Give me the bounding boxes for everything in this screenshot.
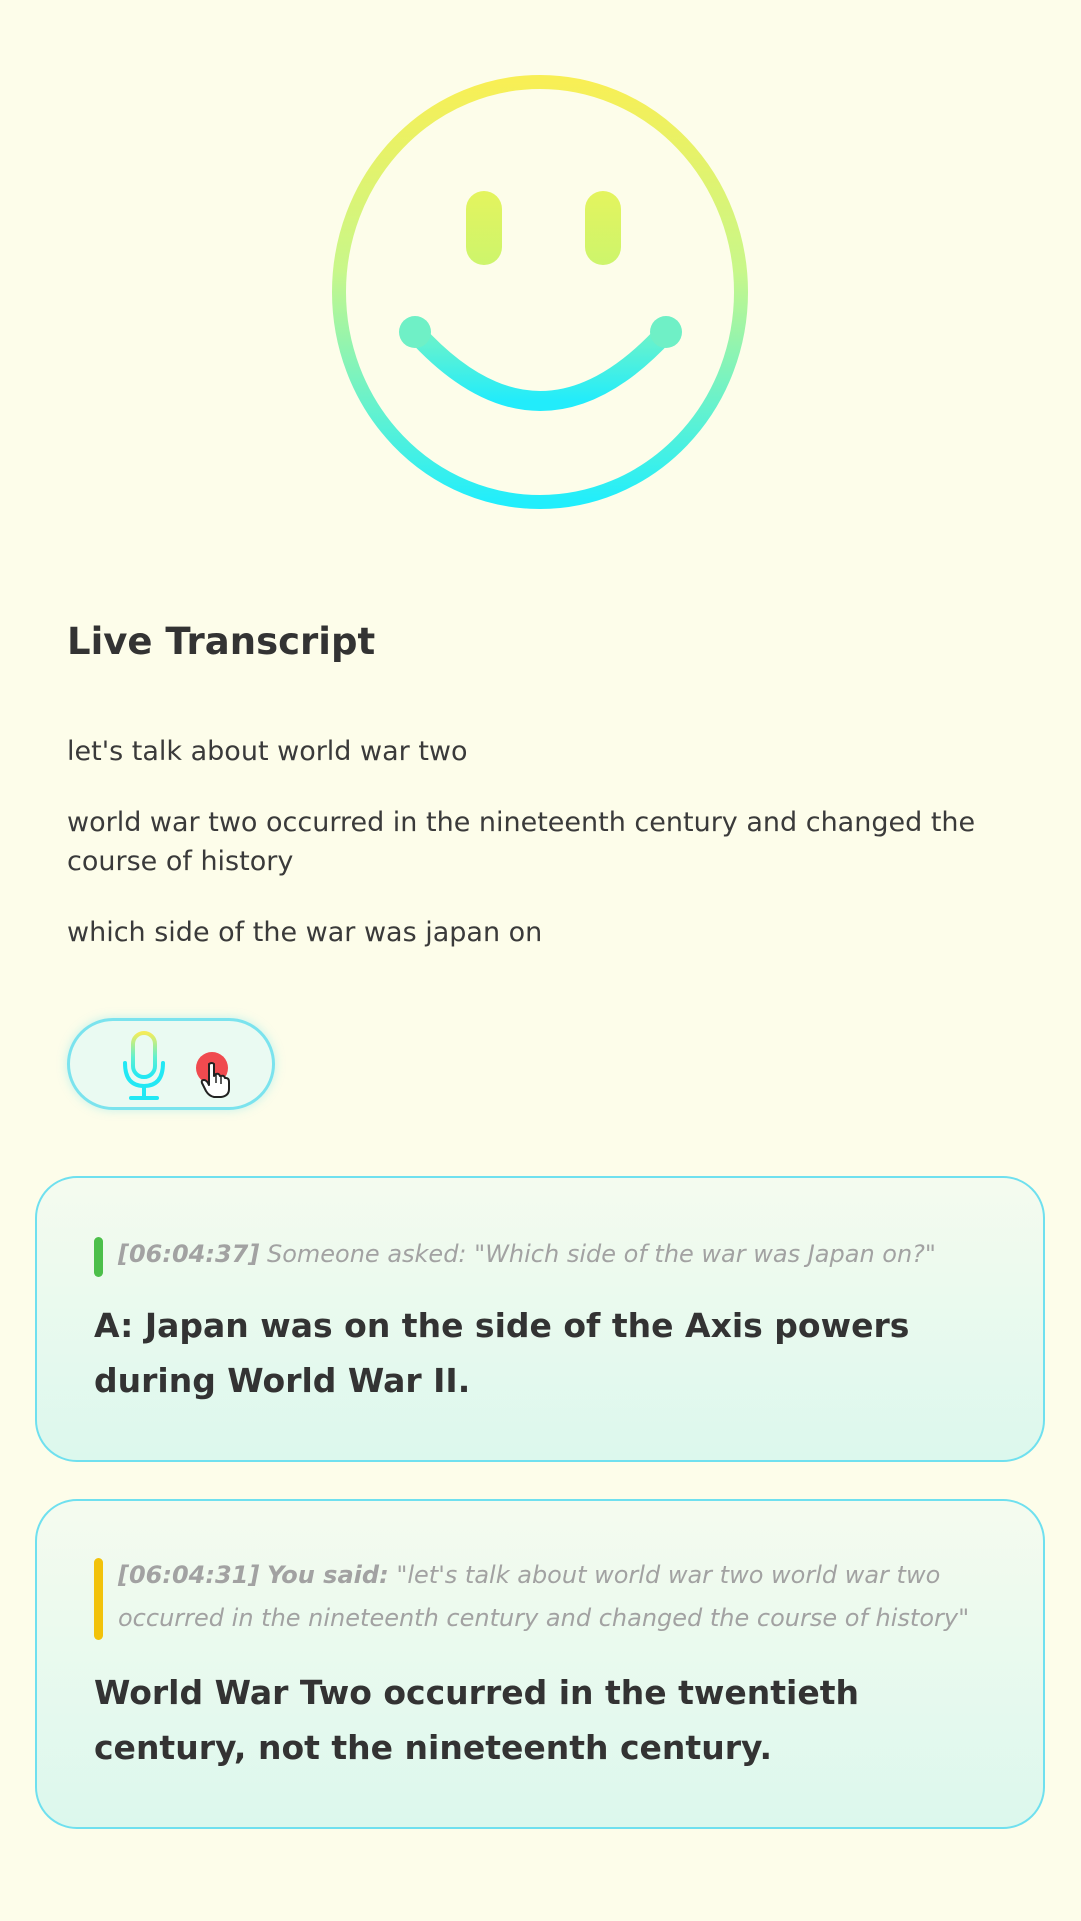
transcript-line: let's talk about world war two xyxy=(67,736,468,767)
transcript-title: Live Transcript xyxy=(67,620,376,663)
status-bar xyxy=(94,1558,103,1640)
card-speaker: Someone asked: xyxy=(266,1240,467,1268)
transcript-lines: let's talk about world war two world war… xyxy=(67,732,1027,984)
card-speaker: You said: xyxy=(266,1561,389,1589)
transcript-line: world war two occurred in the nineteenth… xyxy=(67,807,976,877)
smile-mouth xyxy=(405,322,676,411)
card-quote: "Which side of the war was Japan on?" xyxy=(474,1240,936,1268)
card-timestamp: [06:04:37] xyxy=(118,1240,260,1268)
card-timestamp: [06:04:31] xyxy=(118,1561,260,1589)
hand-pointer-icon xyxy=(200,1062,230,1098)
card-answer: A: Japan was on the side of the Axis pow… xyxy=(94,1306,910,1400)
card-meta: [06:04:37] Someone asked: "Which side of… xyxy=(94,1233,994,1277)
smiley-face-icon xyxy=(332,75,748,509)
status-bar xyxy=(94,1237,103,1277)
microphone-record-button[interactable] xyxy=(67,1018,275,1110)
card-answer: World War Two occurred in the twentieth … xyxy=(94,1673,860,1767)
correction-card: [06:04:31] You said: "let's talk about w… xyxy=(35,1499,1045,1829)
transcript-line: which side of the war was japan on xyxy=(67,917,543,948)
card-meta: [06:04:31] You said: "let's talk about w… xyxy=(94,1554,994,1640)
right-eye xyxy=(585,191,621,265)
answer-card: [06:04:37] Someone asked: "Which side of… xyxy=(35,1176,1045,1462)
microphone-icon xyxy=(123,1031,165,1100)
left-eye xyxy=(466,191,502,265)
